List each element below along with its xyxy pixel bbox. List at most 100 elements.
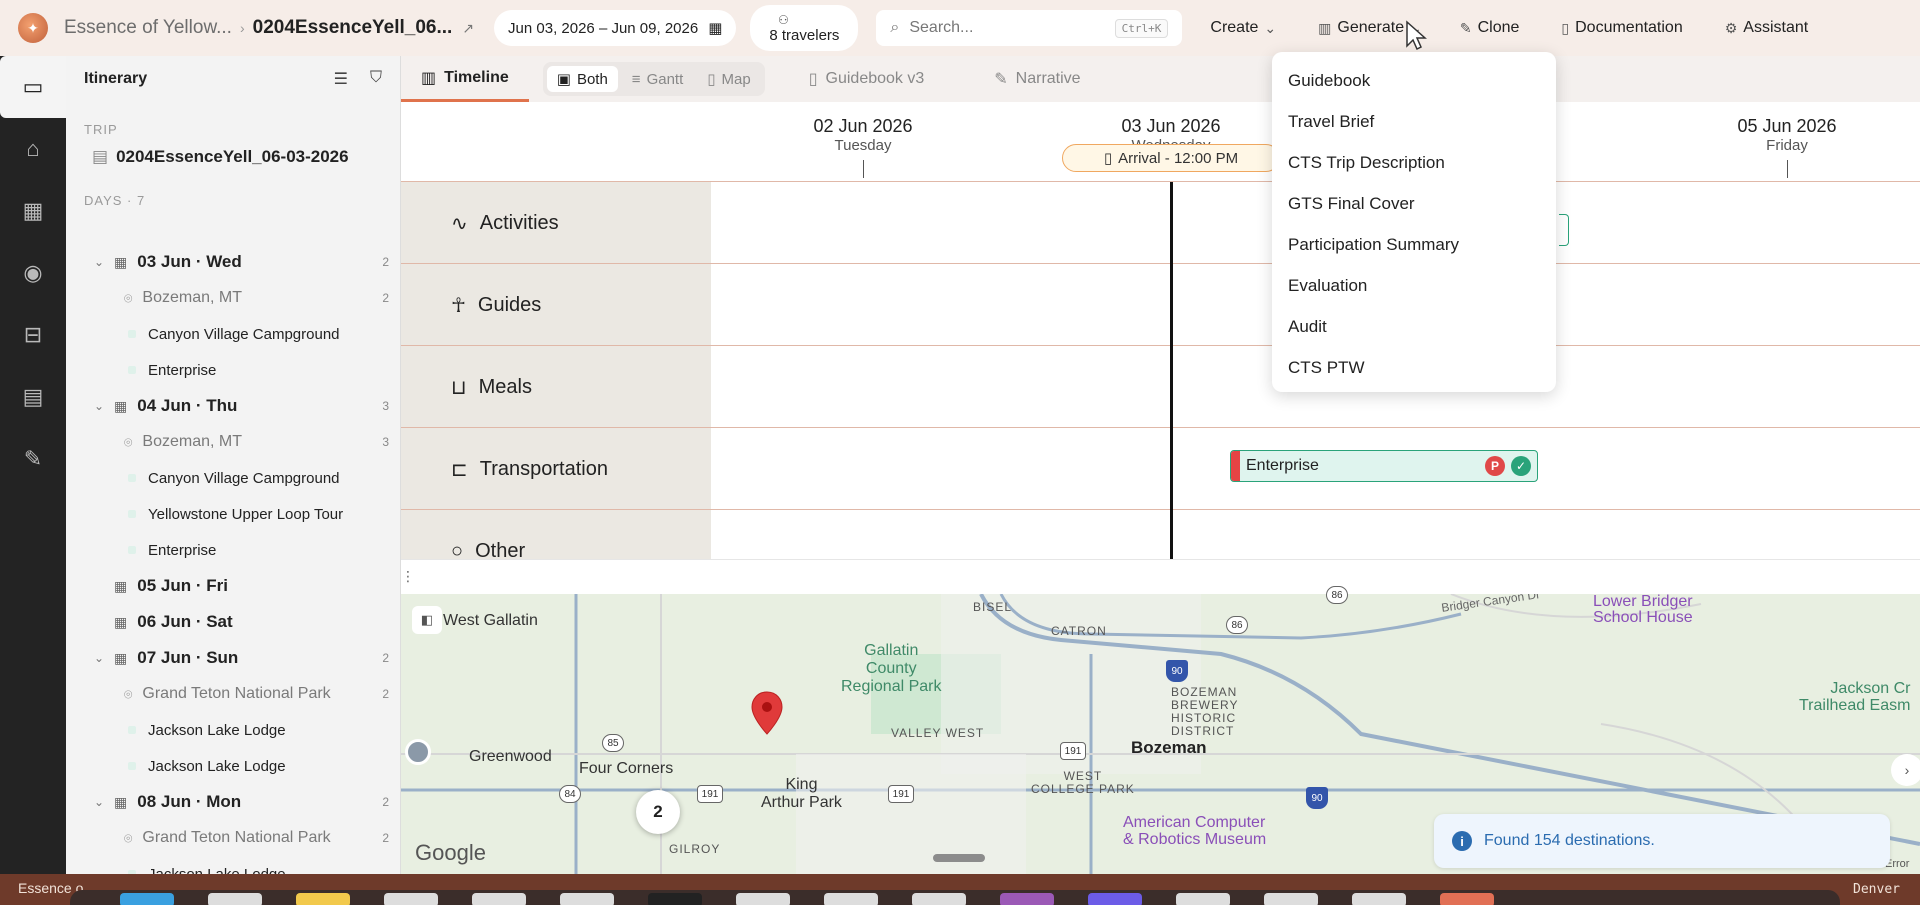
dock-app-icon[interactable] xyxy=(1352,893,1406,905)
external-link-icon[interactable]: ↗ xyxy=(462,20,474,37)
dock-app-icon[interactable] xyxy=(120,893,174,905)
chevron-down-icon[interactable]: ⌄ xyxy=(90,651,108,665)
map-cluster-marker[interactable]: 2 xyxy=(636,790,680,834)
loc-label: Grand Teton National Park xyxy=(142,685,331,702)
tab-narrative[interactable]: ✎ Narrative xyxy=(974,56,1100,102)
luggage-icon: ▯ xyxy=(1103,150,1113,167)
document-icon[interactable]: ▤ xyxy=(0,366,66,428)
folder-icon[interactable]: ▭ xyxy=(0,56,66,118)
view-map-button[interactable]: ▯ Map xyxy=(697,66,760,92)
day-row[interactable]: ▦ 05 Jun · Fri xyxy=(66,568,400,604)
menu-item-audit[interactable]: Audit xyxy=(1272,306,1556,347)
view-gantt-button[interactable]: ≡ Gantt xyxy=(622,66,693,92)
map-label: VALLEY WEST xyxy=(891,726,985,740)
notebook-edit-icon[interactable]: ✎ xyxy=(0,428,66,490)
dock-app-icon[interactable] xyxy=(1264,893,1318,905)
arrival-marker[interactable]: ▯ Arrival - 12:00 PM xyxy=(1062,144,1280,172)
dock-app-icon[interactable] xyxy=(1000,893,1054,905)
menu-item-guidebook[interactable]: Guidebook xyxy=(1272,60,1556,101)
map-drag-handle[interactable] xyxy=(933,854,985,862)
day-row[interactable]: ⌄ ▦ 07 Jun · Sun 2 xyxy=(66,640,400,676)
create-menu-button[interactable]: Create ⌄ xyxy=(1210,19,1276,37)
item-color-swatch xyxy=(128,762,136,770)
open-book-icon[interactable]: ⊟ xyxy=(0,304,66,366)
split-divider[interactable]: ⋮ xyxy=(401,559,1920,592)
itinerary-item-row[interactable]: Jackson Lake Lodge xyxy=(66,712,400,748)
map-label: BISEL xyxy=(973,600,1013,614)
map-view[interactable]: West Gallatin BISEL CATRON Gallatin Coun… xyxy=(401,594,1920,874)
dock-app-icon[interactable] xyxy=(1088,893,1142,905)
dock-app-icon[interactable] xyxy=(648,893,702,905)
count-badge: 2 xyxy=(382,255,389,269)
menu-item-cts-ptw[interactable]: CTS PTW xyxy=(1272,347,1556,388)
chevron-down-icon[interactable]: ⌄ xyxy=(90,795,108,809)
menu-item-participation-summary[interactable]: Participation Summary xyxy=(1272,224,1556,265)
dock-app-icon[interactable] xyxy=(1440,893,1494,905)
trip-row[interactable]: ▤ 0204EssenceYell_06-03-2026 xyxy=(66,147,400,167)
menu-item-travel-brief[interactable]: Travel Brief xyxy=(1272,101,1556,142)
user-location-icon[interactable]: ◉ xyxy=(0,242,66,304)
breadcrumb-separator-icon: › xyxy=(239,20,245,36)
map-poi-label[interactable]: Lower Bridger School House xyxy=(1593,594,1693,626)
location-row[interactable]: ⌾ Grand Teton National Park 2 xyxy=(66,676,400,712)
itinerary-item-row[interactable]: Canyon Village Campground xyxy=(66,316,400,352)
dock-app-icon[interactable] xyxy=(560,893,614,905)
day-row[interactable]: ⌄ ▦ 08 Jun · Mon 2 xyxy=(66,784,400,820)
street-view-icon[interactable] xyxy=(405,739,431,765)
event-enterprise[interactable]: Enterprise P ✓ xyxy=(1230,450,1538,482)
documentation-button[interactable]: ▯ Documentation xyxy=(1561,19,1682,37)
day-row[interactable]: ▦ 06 Jun · Sat xyxy=(66,604,400,640)
timeline-date-label: 03 Jun 2026 xyxy=(1121,116,1221,136)
chevron-down-icon[interactable]: ⌄ xyxy=(90,399,108,413)
day-row[interactable]: ⌄ ▦ 03 Jun · Wed 2 xyxy=(66,244,400,280)
map-poi-label[interactable]: Jackson Cr Trailhead Easm xyxy=(1799,680,1910,714)
search-input[interactable]: ⌕ Search... Ctrl+K xyxy=(876,10,1183,46)
menu-item-evaluation[interactable]: Evaluation xyxy=(1272,265,1556,306)
chevron-right-icon[interactable]: › xyxy=(1891,754,1920,786)
clone-button[interactable]: ✎ Clone xyxy=(1460,19,1520,37)
dock-app-icon[interactable] xyxy=(472,893,526,905)
dock-app-icon[interactable] xyxy=(1176,893,1230,905)
itinerary-item-row[interactable]: Enterprise xyxy=(66,352,400,388)
drag-handle-icon[interactable]: ⋮ xyxy=(401,568,415,585)
tab-guidebook[interactable]: ▯ Guidebook v3 xyxy=(789,56,945,102)
chevron-down-icon[interactable]: ⌄ xyxy=(90,255,108,269)
itinerary-item-row[interactable]: Jackson Lake Lodge xyxy=(66,856,400,874)
menu-item-gts-final-cover[interactable]: GTS Final Cover xyxy=(1272,183,1556,224)
itinerary-item-row[interactable]: Canyon Village Campground xyxy=(66,460,400,496)
travelers-button[interactable]: ⚇ 8 travelers xyxy=(750,5,859,51)
app-logo-icon[interactable]: ✦ xyxy=(18,13,48,43)
dock-app-icon[interactable] xyxy=(736,893,790,905)
dock-app-icon[interactable] xyxy=(384,893,438,905)
date-range-button[interactable]: Jun 03, 2026 – Jun 09, 2026 ▦ xyxy=(494,10,737,46)
day-label: 04 Jun · Thu xyxy=(137,396,238,415)
calendar-check-icon[interactable]: ▦ xyxy=(0,180,66,242)
breadcrumb-project[interactable]: Essence of Yellow... xyxy=(64,17,232,39)
map-poi-label[interactable]: American Computer & Robotics Museum xyxy=(1123,814,1266,848)
assistant-button[interactable]: ⚙ Assistant xyxy=(1725,19,1808,37)
breadcrumb-trip[interactable]: 0204EssenceYell_06... xyxy=(253,17,453,39)
sidebar-toggle-icon[interactable]: ◧ xyxy=(412,606,442,634)
filter-icon[interactable]: ⛉ xyxy=(370,69,382,89)
tab-timeline[interactable]: ▥ Timeline xyxy=(401,56,529,102)
menu-item-cts-trip-description[interactable]: CTS Trip Description xyxy=(1272,142,1556,183)
dock-app-icon[interactable] xyxy=(824,893,878,905)
day-row[interactable]: ⌄ ▦ 04 Jun · Thu 3 xyxy=(66,388,400,424)
days-section-label: DAYS · 7 xyxy=(84,193,146,208)
itinerary-item-row[interactable]: Jackson Lake Lodge xyxy=(66,748,400,784)
location-row[interactable]: ⌾ Bozeman, MT 2 xyxy=(66,280,400,316)
list-view-icon[interactable]: ☰ xyxy=(334,69,348,89)
robot-icon: ⚙ xyxy=(1724,19,1738,36)
map-pin-icon[interactable] xyxy=(749,690,785,738)
store-icon[interactable]: ⌂ xyxy=(0,118,66,180)
itinerary-item-row[interactable]: Enterprise xyxy=(66,532,400,568)
location-row[interactable]: ⌾ Bozeman, MT 3 xyxy=(66,424,400,460)
location-row[interactable]: ⌾ Grand Teton National Park 2 xyxy=(66,820,400,856)
dock-app-icon[interactable] xyxy=(296,893,350,905)
dock-app-icon[interactable] xyxy=(912,893,966,905)
view-both-button[interactable]: ▣ Both xyxy=(546,66,618,92)
dock-app-icon[interactable] xyxy=(208,893,262,905)
mouse-cursor-icon xyxy=(1406,20,1427,51)
activity-event-edge[interactable] xyxy=(1559,214,1569,246)
itinerary-item-row[interactable]: Yellowstone Upper Loop Tour xyxy=(66,496,400,532)
